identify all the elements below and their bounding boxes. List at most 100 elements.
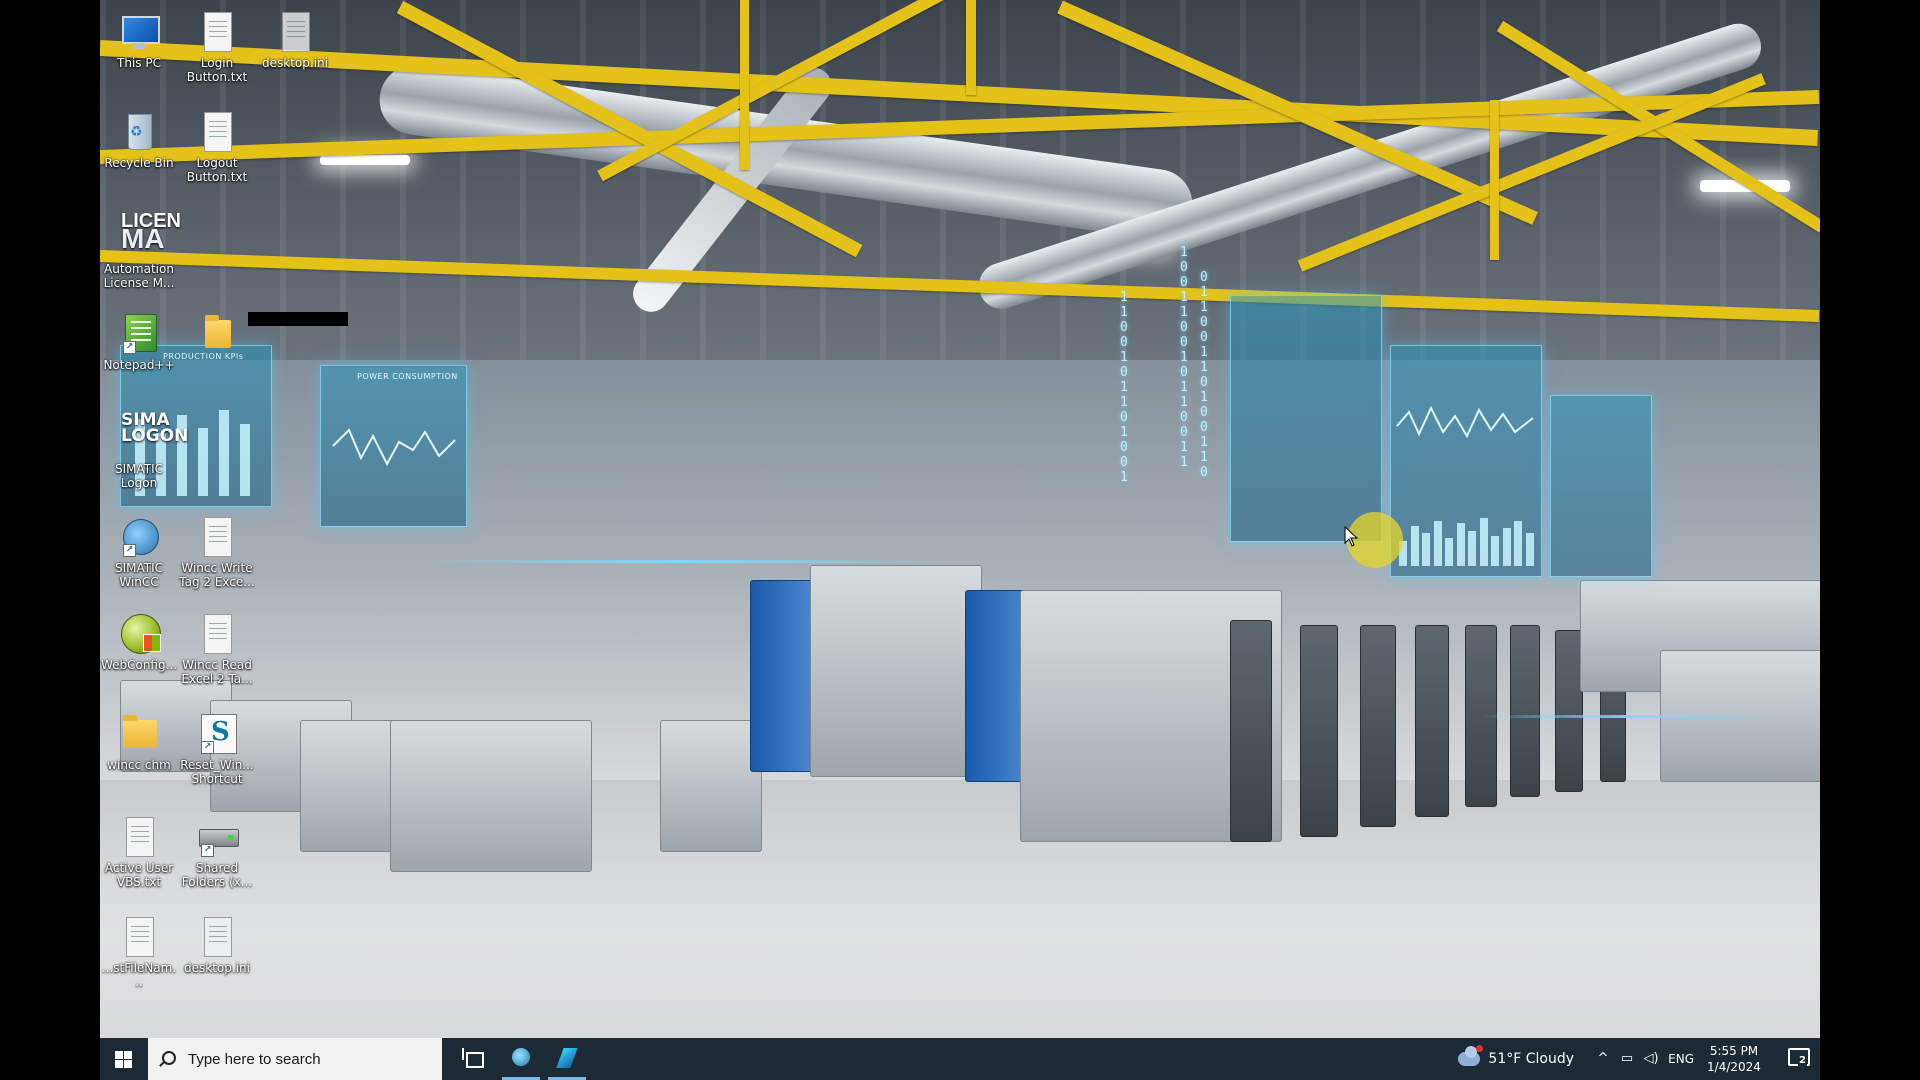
desktop-icon-label: Wincc Read Excel 2 Ta... bbox=[181, 658, 253, 686]
wallpaper-machine-column bbox=[1230, 620, 1272, 842]
volume-icon[interactable]: ◁) bbox=[1642, 1050, 1660, 1068]
taskbar: 51°F Cloudy ^ ▭ ◁) ENG 5:55 PM 1/4/2024 … bbox=[100, 1038, 1820, 1080]
desktop-icon-wincc-write-tag[interactable]: Wincc Write Tag 2 Exce... bbox=[178, 515, 256, 589]
holo-bar bbox=[1445, 538, 1453, 566]
holo-bar bbox=[1502, 528, 1511, 566]
holo-bar bbox=[1456, 523, 1465, 566]
desktop-icon-label: Wincc Write Tag 2 Exce... bbox=[179, 561, 255, 589]
holo-bar bbox=[1468, 531, 1476, 566]
wallpaper-machine bbox=[660, 720, 762, 852]
desktop-icon-label: This PC bbox=[117, 56, 161, 70]
wallpaper-machine-column bbox=[1510, 625, 1540, 797]
desktop-icon-recycle-bin[interactable]: ♻ Recycle Bin bbox=[100, 110, 178, 170]
holo-bar bbox=[1479, 518, 1488, 566]
holo-bar bbox=[198, 428, 208, 496]
clock-time: 5:55 PM bbox=[1709, 1044, 1759, 1058]
desktop-icon-logout-button-txt[interactable]: Logout Button.txt bbox=[178, 110, 256, 184]
system-clock[interactable]: 5:55 PM 1/4/2024 bbox=[1704, 1043, 1764, 1075]
holo-bar bbox=[1525, 533, 1534, 566]
weather-widget[interactable]: 51°F Cloudy bbox=[1458, 1038, 1574, 1080]
search-icon bbox=[162, 1051, 176, 1065]
wallpaper-machine-column bbox=[1415, 625, 1449, 817]
wallpaper-beam bbox=[740, 0, 749, 170]
desktop-icon-label: SIMATIC Logon bbox=[114, 462, 164, 490]
taskbar-search-box[interactable] bbox=[148, 1038, 442, 1080]
start-button[interactable] bbox=[100, 1038, 148, 1080]
weather-text: 51°F Cloudy bbox=[1488, 1051, 1574, 1067]
desktop-icon-label: Active User VBS.txt bbox=[104, 861, 174, 889]
license-manager-icon: LICEN MA bbox=[121, 210, 181, 254]
wallpaper-glow-line bbox=[420, 560, 940, 563]
wallpaper-holo-line bbox=[1390, 345, 1542, 577]
desktop-icon-test-file-name[interactable]: ...stFileNam... bbox=[100, 915, 178, 989]
desktop-icon-label: WebConfig... bbox=[100, 658, 178, 672]
wallpaper-machine-blue bbox=[750, 580, 812, 772]
action-center-button[interactable]: 2 bbox=[1788, 1048, 1810, 1068]
desktop-icon-active-user-vbs[interactable]: Active User VBS.txt bbox=[100, 815, 178, 889]
holo-power-line bbox=[332, 428, 456, 467]
desktop-icon-automation-license-manager[interactable]: LICEN MA Automation License M... bbox=[100, 210, 181, 290]
holo-bar bbox=[1433, 521, 1442, 566]
desktop-icon-label: desktop.ini bbox=[184, 961, 250, 975]
mouse-pointer-icon bbox=[1344, 526, 1359, 547]
show-hidden-icons-chevron-icon[interactable]: ^ bbox=[1594, 1050, 1612, 1068]
wallpaper-machine-blue bbox=[965, 590, 1027, 782]
wallpaper-beam bbox=[1490, 100, 1499, 260]
network-icon[interactable]: ▭ bbox=[1618, 1050, 1636, 1068]
wallpaper-binary-column: 0 1 1 0 0 1 1 0 1 0 0 1 1 0 bbox=[1200, 270, 1208, 480]
desktop-icon-wincc-read-excel[interactable]: Wincc Read Excel 2 Ta... bbox=[178, 612, 256, 686]
holo-bar bbox=[1514, 521, 1522, 566]
wallpaper-holo-product bbox=[1230, 295, 1382, 542]
desktop-icon-simatic-logon[interactable]: SIMA LOGON SIMATIC Logon bbox=[100, 410, 189, 491]
desktop-icon-wincc-chm[interactable]: wincc chm bbox=[100, 712, 178, 772]
desktop-icon-label: Logout Button.txt bbox=[186, 156, 248, 184]
desktop-icon-reset-wincc-shortcut[interactable]: S ↗ Reset_Win... Shortcut bbox=[178, 712, 256, 786]
desktop-icon-desktop-ini-2[interactable]: desktop.ini bbox=[178, 915, 256, 975]
taskbar-app-wincc[interactable] bbox=[498, 1038, 544, 1080]
desktop-icon-label: Reset_Win... Shortcut bbox=[180, 758, 254, 786]
holo-bar bbox=[1422, 533, 1430, 566]
wincc-app-icon bbox=[512, 1048, 530, 1066]
desktop-icon-shared-folders[interactable]: ↗ Shared Folders (x... bbox=[178, 815, 256, 889]
notification-count: 2 bbox=[1798, 1055, 1807, 1066]
wallpaper-machine-column bbox=[1360, 625, 1396, 827]
wallpaper-machine bbox=[810, 565, 982, 777]
desktop-wallpaper: PRODUCTION KPIs POWER CONSUMPTION 1 0 0 … bbox=[100, 0, 1820, 1038]
simatic-logon-icon: SIMA LOGON bbox=[121, 410, 189, 446]
wallpaper-holo-side bbox=[1550, 395, 1652, 577]
desktop-icon-folder[interactable] bbox=[178, 312, 256, 358]
clock-date: 1/4/2024 bbox=[1707, 1060, 1761, 1074]
tia-app-icon bbox=[556, 1048, 578, 1068]
desktop-icon-label: Automation License M... bbox=[103, 262, 175, 290]
task-view-icon bbox=[462, 1048, 484, 1068]
holo-bar bbox=[1491, 536, 1499, 566]
wallpaper-machine bbox=[390, 720, 592, 872]
windows-logo-icon bbox=[115, 1051, 132, 1068]
desktop-icon-desktop-ini[interactable]: desktop.ini bbox=[256, 10, 334, 70]
task-view-button[interactable] bbox=[452, 1038, 496, 1080]
desktop-icon-login-button-txt[interactable]: Login Button.txt bbox=[178, 10, 256, 84]
desktop-icon-simatic-wincc[interactable]: ↗ SIMATIC WinCC bbox=[100, 515, 178, 589]
desktop-icon-label: Recycle Bin bbox=[104, 156, 174, 170]
wallpaper-glow-line bbox=[1480, 715, 1780, 718]
holo-bar bbox=[1410, 526, 1419, 566]
desktop-icon-notepad-plus-plus[interactable]: ↗ Notepad++ bbox=[100, 312, 178, 372]
desktop-icon-label: Notepad++ bbox=[103, 358, 175, 372]
wallpaper-ceiling-light bbox=[320, 155, 410, 165]
desktop-icon-label: wincc chm bbox=[107, 758, 171, 772]
cloud-icon bbox=[1458, 1045, 1484, 1066]
wallpaper-binary-column: 1 0 0 1 1 0 0 1 0 1 1 0 0 1 1 bbox=[1180, 245, 1188, 470]
desktop-icon-label: ...stFileNam... bbox=[101, 961, 177, 989]
search-input[interactable] bbox=[188, 1038, 428, 1080]
desktop-screen: PRODUCTION KPIs POWER CONSUMPTION 1 0 0 … bbox=[100, 0, 1820, 1080]
wallpaper-machine-column bbox=[1555, 630, 1583, 792]
input-language[interactable]: ENG bbox=[1668, 1038, 1694, 1080]
taskbar-app-tia[interactable] bbox=[544, 1038, 590, 1080]
desktop-icon-this-pc[interactable]: This PC bbox=[100, 10, 178, 70]
holo-bar bbox=[219, 410, 229, 496]
desktop-icon-webconfig[interactable]: WebConfig... bbox=[100, 612, 178, 672]
redacted-label-bar bbox=[248, 312, 348, 326]
desktop-icon-label: SIMATIC WinCC bbox=[114, 561, 164, 589]
holo-bar bbox=[240, 424, 250, 496]
desktop-icon-label: Login Button.txt bbox=[186, 56, 248, 84]
